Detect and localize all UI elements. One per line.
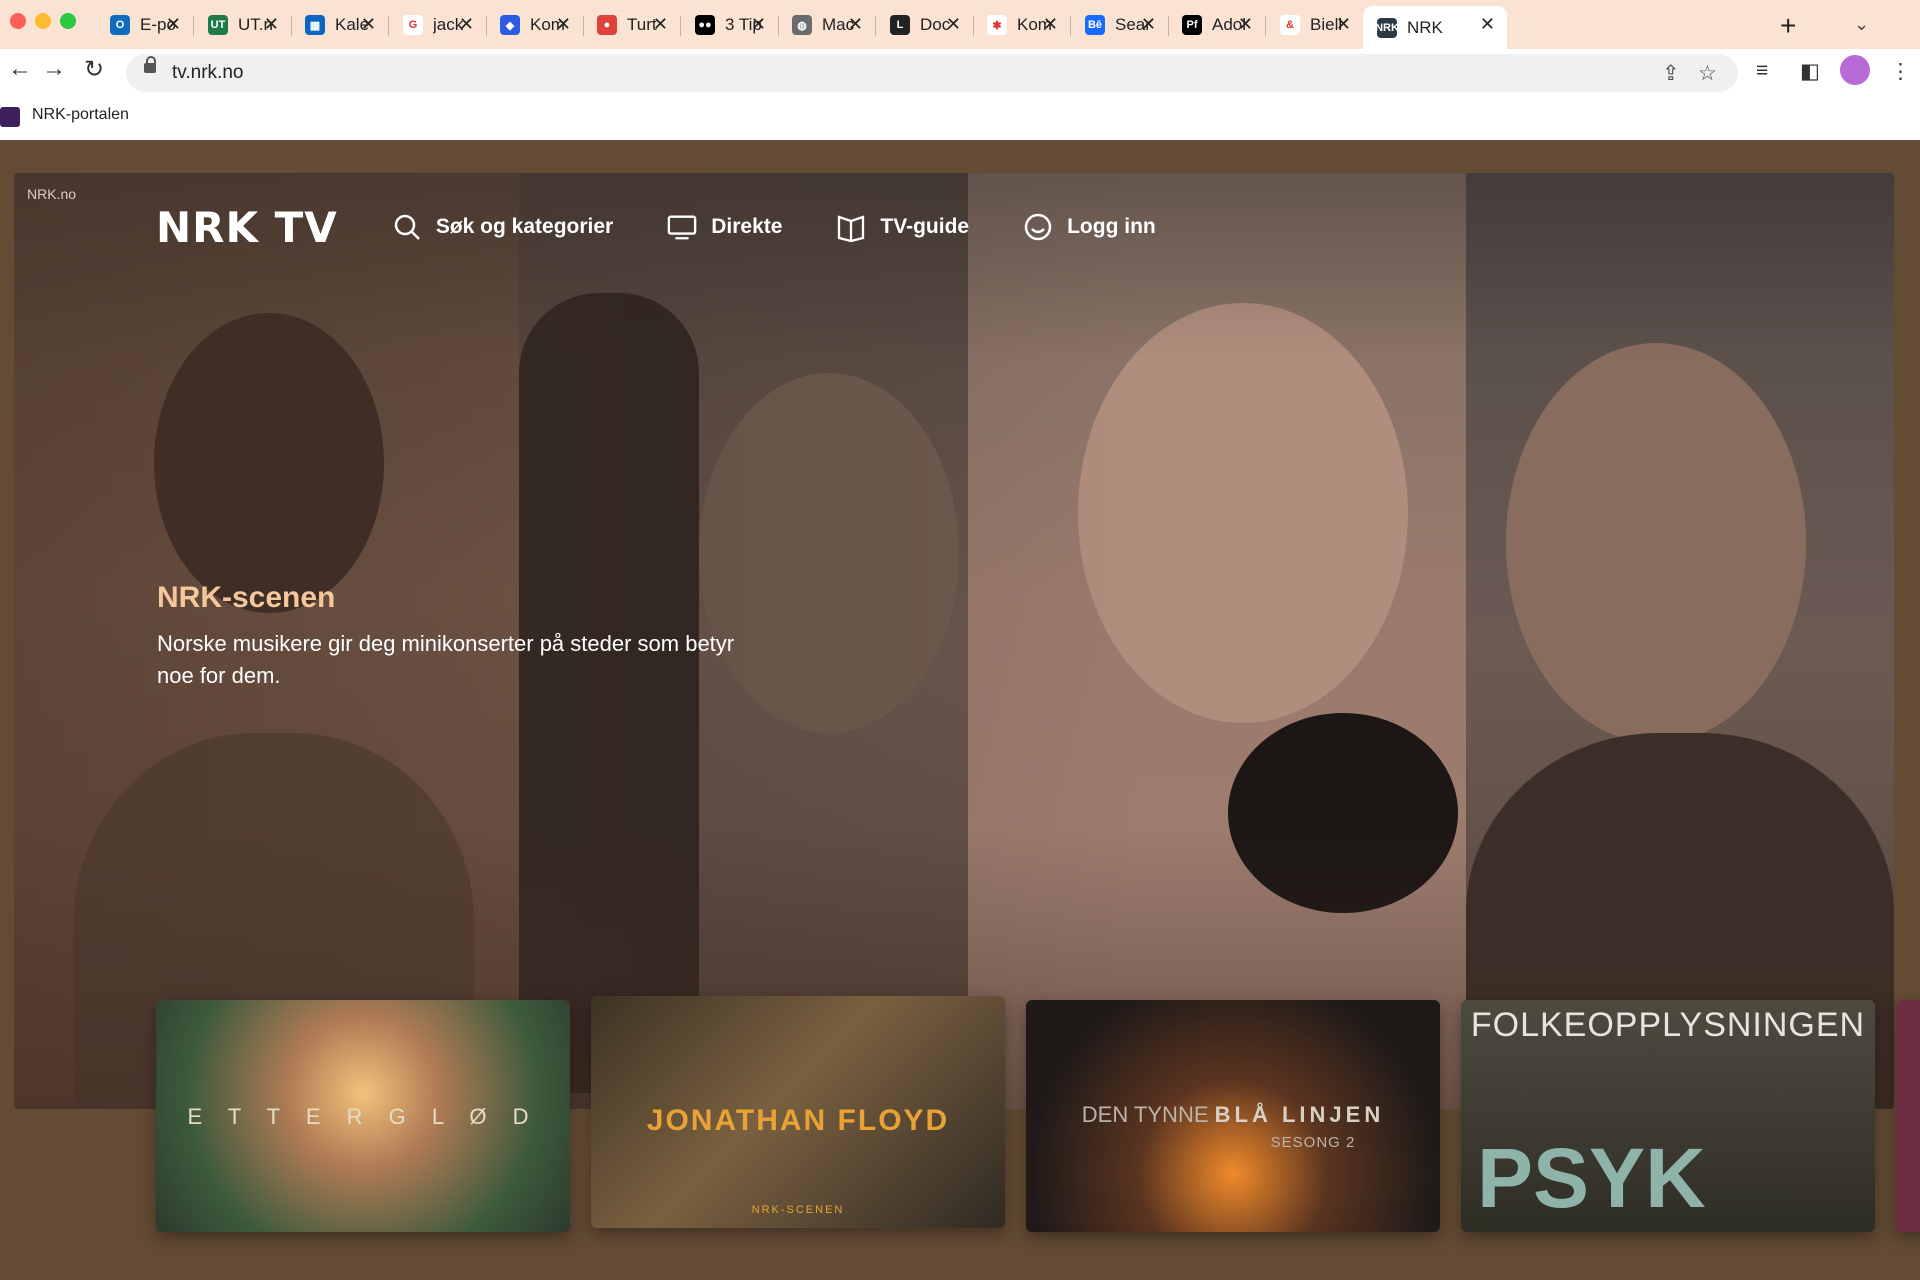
- nrk-tv-icon: NRK: [1375, 17, 1399, 38]
- pf-icon: Pf: [1182, 15, 1202, 35]
- nav-live[interactable]: Direkte: [667, 212, 782, 242]
- profile-avatar[interactable]: [1840, 55, 1870, 85]
- tab-6[interactable]: ●● 3 Tip ✕: [681, 6, 778, 44]
- medium-icon: ●●: [695, 15, 715, 35]
- toolbar: ← → ↻ tv.nrk.no ⇪ ☆ ≡ ◧ ⋮: [0, 49, 1920, 97]
- card-title: PSYK: [1477, 1131, 1706, 1225]
- tab-3[interactable]: Gjack ✕: [389, 6, 486, 44]
- nav-search-label: Søk og kategorier: [435, 215, 614, 238]
- nrk-portal-icon: [0, 107, 20, 127]
- tab-1[interactable]: UT UT.n ✕: [194, 6, 291, 44]
- calendar-icon: ▦: [305, 15, 325, 35]
- bookmark-nrk-portalen[interactable]: NRK-portalen: [32, 106, 129, 124]
- tv-screen-icon: [667, 212, 697, 242]
- close-tab-icon[interactable]: ✕: [556, 14, 571, 35]
- hero-description: Norske musikere gir deg minikonserter på…: [157, 631, 735, 688]
- program-card-psyk[interactable]: FOLKEOPPLYSNINGEN PSYK: [1461, 1000, 1875, 1232]
- ampersand-icon: &: [1280, 15, 1300, 35]
- close-tab-icon[interactable]: ✕: [166, 14, 181, 35]
- nav-guide-label: TV-guide: [880, 215, 970, 238]
- close-tab-icon[interactable]: ✕: [751, 14, 766, 35]
- nrk-tv-logo[interactable]: NRK TV: [156, 203, 338, 252]
- close-tab-icon[interactable]: ✕: [264, 14, 279, 35]
- reading-list-icon[interactable]: ≡: [1756, 59, 1768, 83]
- site-label[interactable]: NRK.no: [27, 186, 76, 202]
- close-tab-icon[interactable]: ✕: [653, 14, 668, 35]
- globe-icon: ◍: [792, 15, 812, 35]
- card-top-title: FOLKEOPPLYSNINGEN: [1470, 1006, 1866, 1044]
- search-icon: [392, 212, 422, 242]
- zoom-window-button[interactable]: [60, 13, 76, 29]
- book-icon: [836, 212, 866, 242]
- share-icon[interactable]: ⇪: [1662, 61, 1680, 86]
- close-tab-icon[interactable]: ✕: [361, 14, 376, 35]
- tab-5[interactable]: ● Turt ✕: [583, 6, 680, 44]
- back-icon[interactable]: ←: [8, 55, 32, 83]
- program-card-den-tynne-bla-linjen[interactable]: DEN TYNNE BLÅ LINJEN SESONG 2: [1026, 1000, 1440, 1232]
- asterisk-icon: ✱: [987, 15, 1007, 35]
- nav-guide[interactable]: TV-guide: [836, 212, 969, 242]
- dropbox-icon: ◆: [500, 15, 520, 35]
- tab-search-icon[interactable]: ⌄: [1854, 14, 1869, 35]
- tab-11[interactable]: Pf Adol ✕: [1168, 6, 1265, 44]
- url-text[interactable]: tv.nrk.no: [172, 62, 243, 84]
- tab-7[interactable]: ◍ Mac ✕: [778, 6, 875, 44]
- tab-title: NRK: [1407, 17, 1443, 37]
- card-title-part-1: DEN TYNNE: [1081, 1102, 1209, 1127]
- bookmarks-bar: NRK-portalen: [0, 97, 1920, 140]
- nav-login-label: Logg inn: [1067, 215, 1156, 238]
- doc-icon: L: [890, 15, 910, 35]
- close-tab-icon[interactable]: ✕: [946, 14, 961, 35]
- close-tab-icon[interactable]: ✕: [1238, 14, 1253, 35]
- program-card-etterglod[interactable]: E T T E R G L Ø D: [156, 1000, 570, 1232]
- card-subtitle: NRK-SCENEN: [751, 1204, 845, 1216]
- maps-pin-icon: ●: [597, 15, 617, 35]
- new-tab-button[interactable]: +: [1780, 10, 1796, 42]
- nav-live-label: Direkte: [711, 215, 783, 238]
- browser-chrome: O E-po ✕ UT UT.n ✕ ▦ Kale ✕ Gjack ✕ ◆ Kom ✕ ● Turt ✕ ●● 3 …: [0, 0, 1920, 140]
- close-tab-icon[interactable]: ✕: [1141, 14, 1156, 35]
- tab-4[interactable]: ◆ Kom ✕: [486, 6, 583, 44]
- user-smile-icon: [1023, 212, 1053, 242]
- close-tab-icon[interactable]: ✕: [1480, 14, 1495, 35]
- google-icon: G: [403, 15, 423, 35]
- close-tab-icon[interactable]: ✕: [848, 14, 863, 35]
- tab-8[interactable]: L Doc ✕: [876, 6, 973, 44]
- close-tab-icon[interactable]: ✕: [459, 14, 474, 35]
- program-card-partial[interactable]: [1896, 1000, 1920, 1232]
- tab-13[interactable]: NRK NRK ✕: [1363, 6, 1507, 49]
- behance-icon: Bē: [1085, 15, 1105, 35]
- reload-icon[interactable]: ↻: [84, 55, 104, 84]
- close-window-button[interactable]: [10, 13, 26, 29]
- program-card-jonathan-floyd[interactable]: JONATHAN FLOYD NRK-SCENEN: [591, 996, 1005, 1228]
- ut-icon: UT: [208, 15, 228, 35]
- card-title: E T T E R G L Ø D: [187, 1104, 539, 1129]
- address-bar[interactable]: tv.nrk.no ⇪ ☆: [126, 54, 1738, 92]
- side-panel-icon[interactable]: ◧: [1800, 59, 1820, 84]
- close-tab-icon[interactable]: ✕: [1043, 14, 1058, 35]
- tab-2[interactable]: ▦ Kale ✕: [291, 6, 388, 44]
- tab-12[interactable]: & Biell ✕: [1266, 6, 1363, 44]
- forward-icon[interactable]: →: [42, 55, 66, 83]
- main-navigation: NRK TV Søk og kategorier Direkte TV-guid…: [156, 203, 1156, 252]
- minimize-window-button[interactable]: [35, 13, 51, 29]
- card-subtitle: SESONG 2: [1270, 1134, 1356, 1151]
- nav-login[interactable]: Logg inn: [1023, 212, 1156, 242]
- menu-icon[interactable]: ⋮: [1890, 59, 1911, 84]
- nav-search[interactable]: Søk og kategorier: [392, 212, 613, 242]
- tab-0[interactable]: O E-po ✕: [96, 6, 193, 44]
- bookmark-star-icon[interactable]: ☆: [1698, 61, 1717, 86]
- tab-strip: O E-po ✕ UT UT.n ✕ ▦ Kale ✕ Gjack ✕ ◆ Kom ✕ ● Turt ✕ ●● 3 …: [0, 0, 1920, 49]
- outlook-icon: O: [110, 15, 130, 35]
- close-tab-icon[interactable]: ✕: [1336, 14, 1351, 35]
- card-title: JONATHAN FLOYD: [646, 1104, 950, 1137]
- card-title: DEN TYNNE BLÅ LINJEN: [1026, 1102, 1440, 1128]
- hero-title[interactable]: NRK-scenen: [157, 581, 335, 615]
- tab-9[interactable]: ✱ Kom ✕: [973, 6, 1070, 44]
- tab-10[interactable]: Bē Sear ✕: [1071, 6, 1168, 44]
- hero-banner[interactable]: NRK.no NRK TV Søk og kategorier Direkte …: [14, 173, 1894, 1109]
- card-title-part-2: BLÅ LINJEN: [1214, 1102, 1385, 1127]
- lock-icon[interactable]: [144, 56, 156, 73]
